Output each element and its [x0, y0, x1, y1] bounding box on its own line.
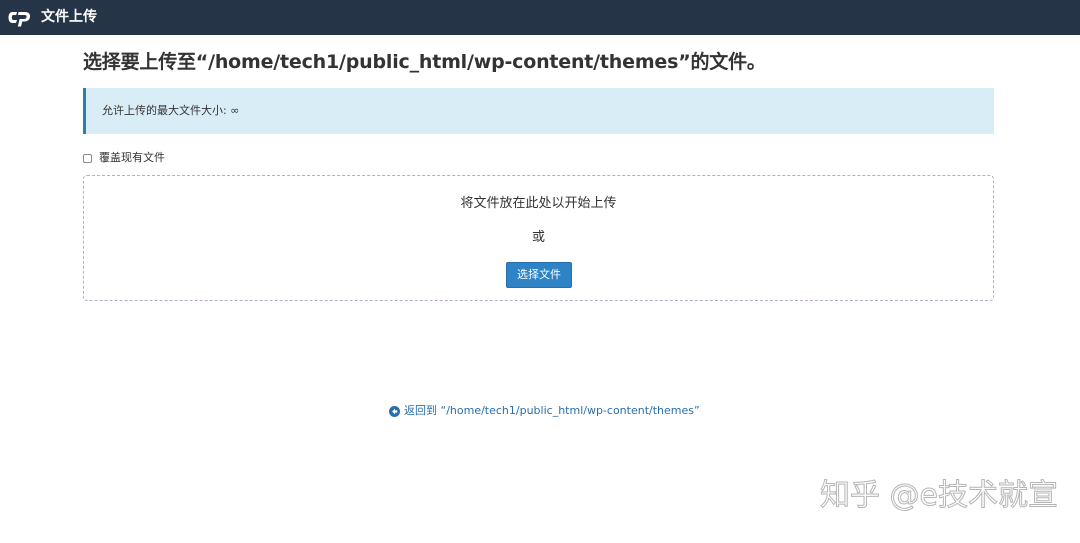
- or-separator: 或: [531, 230, 545, 245]
- overwrite-checkbox[interactable]: [83, 153, 92, 163]
- page-title: 选择要上传至“/home/tech1/public_html/wp-conten…: [83, 51, 766, 73]
- back-link-text[interactable]: 返回到 “/home/tech1/public_html/wp-content/…: [404, 404, 700, 418]
- arrow-circle-left-icon: [389, 405, 400, 417]
- back-link[interactable]: 返回到 “/home/tech1/public_html/wp-content/…: [389, 404, 700, 418]
- select-file-button[interactable]: 选择文件: [506, 262, 572, 288]
- upload-dropzone[interactable]: 将文件放在此处以开始上传 或 选择文件: [83, 175, 994, 301]
- app-title: 文件上传: [41, 9, 97, 25]
- cpanel-logo-icon[interactable]: [8, 8, 34, 28]
- max-size-info-box: 允许上传的最大文件大小: ∞: [83, 88, 994, 134]
- top-bar: 文件上传: [0, 0, 1080, 35]
- overwrite-label[interactable]: 覆盖现有文件: [99, 151, 165, 165]
- dropzone-text: 将文件放在此处以开始上传: [460, 196, 617, 211]
- watermark: 知乎 @e技术就宣: [820, 478, 1059, 514]
- overwrite-option: 覆盖现有文件: [83, 151, 165, 165]
- max-size-info-text: 允许上传的最大文件大小: ∞: [102, 104, 240, 117]
